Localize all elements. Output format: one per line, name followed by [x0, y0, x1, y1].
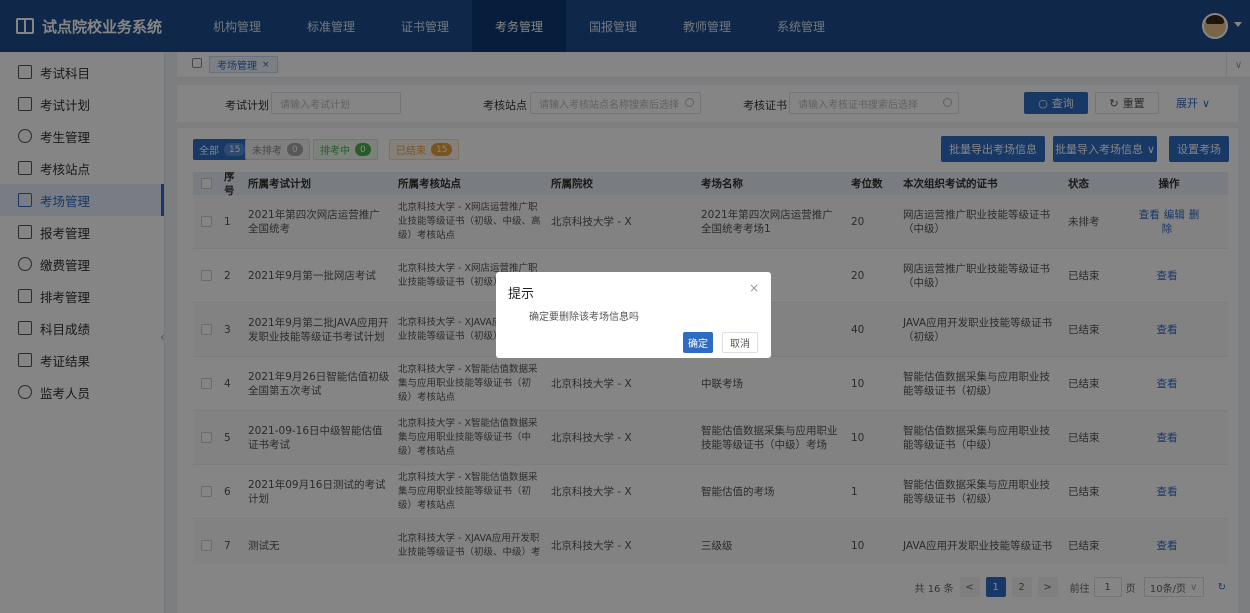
close-icon[interactable]: × — [749, 281, 759, 295]
dialog-message: 确定要删除该考场信息吗 — [529, 312, 639, 323]
confirm-dialog: 提示 × 确定要删除该考场信息吗 确定 取消 — [496, 272, 771, 358]
confirm-button[interactable]: 确定 — [683, 332, 713, 353]
dialog-title: 提示 — [508, 287, 535, 302]
cancel-button[interactable]: 取消 — [722, 332, 758, 353]
